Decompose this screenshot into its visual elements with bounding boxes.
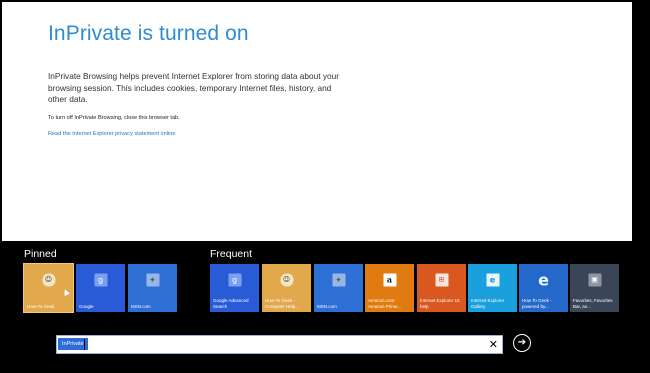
frequent-tile-favorites[interactable]: ▣ Favorites, Favorites Bar, an... [570,264,619,312]
tile-label: Favorites, Favorites Bar, an... [573,298,613,309]
frequent-section-title: Frequent [210,248,253,260]
tile-label: Amazon.com: Amazon Prime... [368,298,402,309]
ie-icon: e [538,270,549,290]
msn-icon: ✦ [146,273,159,287]
pinned-section-title: Pinned [24,248,57,260]
pinned-tile-msn[interactable]: ✦ MSN.com [128,264,177,312]
text-caret [84,339,85,350]
msn-icon: ✦ [332,273,345,287]
howtogeek-icon: ☺ [280,273,293,287]
tile-label: Google Advanced Search [213,298,249,309]
ie-icon: e [486,273,499,287]
google-icon: g [94,273,107,287]
page-title: InPrivate is turned on [48,22,249,45]
amazon-icon: a [383,273,396,287]
tile-label: Google [79,303,94,309]
tile-label: How To Geek - powered by... [522,298,552,309]
favorites-icon: ▣ [588,273,601,287]
inprivate-description: InPrivate Browsing helps prevent Interne… [48,71,340,104]
google-icon: g [228,273,241,287]
howtogeek-icon: ☺ [42,273,55,287]
tile-label: Internet Explorer Gallery [471,298,505,309]
go-button[interactable]: ➔ [513,334,531,352]
tile-label: How-To Geek [27,303,55,309]
frequent-tile-google-advanced-search[interactable]: g Google Advanced Search [210,264,259,312]
frequent-tile-amazon[interactable]: a Amazon.com: Amazon Prime... [365,264,414,312]
arrow-right-icon: ➔ [517,337,527,348]
inprivate-page: InPrivate is turned on InPrivate Browsin… [2,2,632,241]
privacy-statement-link[interactable]: Read the Internet Explorer privacy state… [48,131,175,137]
tile-label: MSN.com [131,303,151,309]
address-input[interactable] [87,337,457,352]
frequent-tile-howtogeek[interactable]: ☺ How-To Geek - Computer Help... [262,264,311,312]
address-bar[interactable]: InPrivate ✕ [56,335,503,354]
tile-label: MSN.com [317,303,337,309]
tile-label: How-To Geek - Computer Help... [265,298,300,309]
frequent-tile-ie-gallery[interactable]: e Internet Explorer Gallery [468,264,517,312]
pinned-tile-google[interactable]: g Google [76,264,125,312]
frequent-tile-howtogeek-powered-by[interactable]: e How To Geek - powered by... [519,264,568,312]
turn-off-instructions: To turn off InPrivate Browsing, close th… [48,115,180,121]
windows-icon: ⊞ [435,273,448,287]
clear-icon[interactable]: ✕ [489,337,498,352]
frequent-tile-ie10-help[interactable]: ⊞ Internet Explorer 10 help [417,264,466,312]
frequent-tile-msn[interactable]: ✦ MSN.com [314,264,363,312]
tile-label: Internet Explorer 10 help [420,298,460,309]
